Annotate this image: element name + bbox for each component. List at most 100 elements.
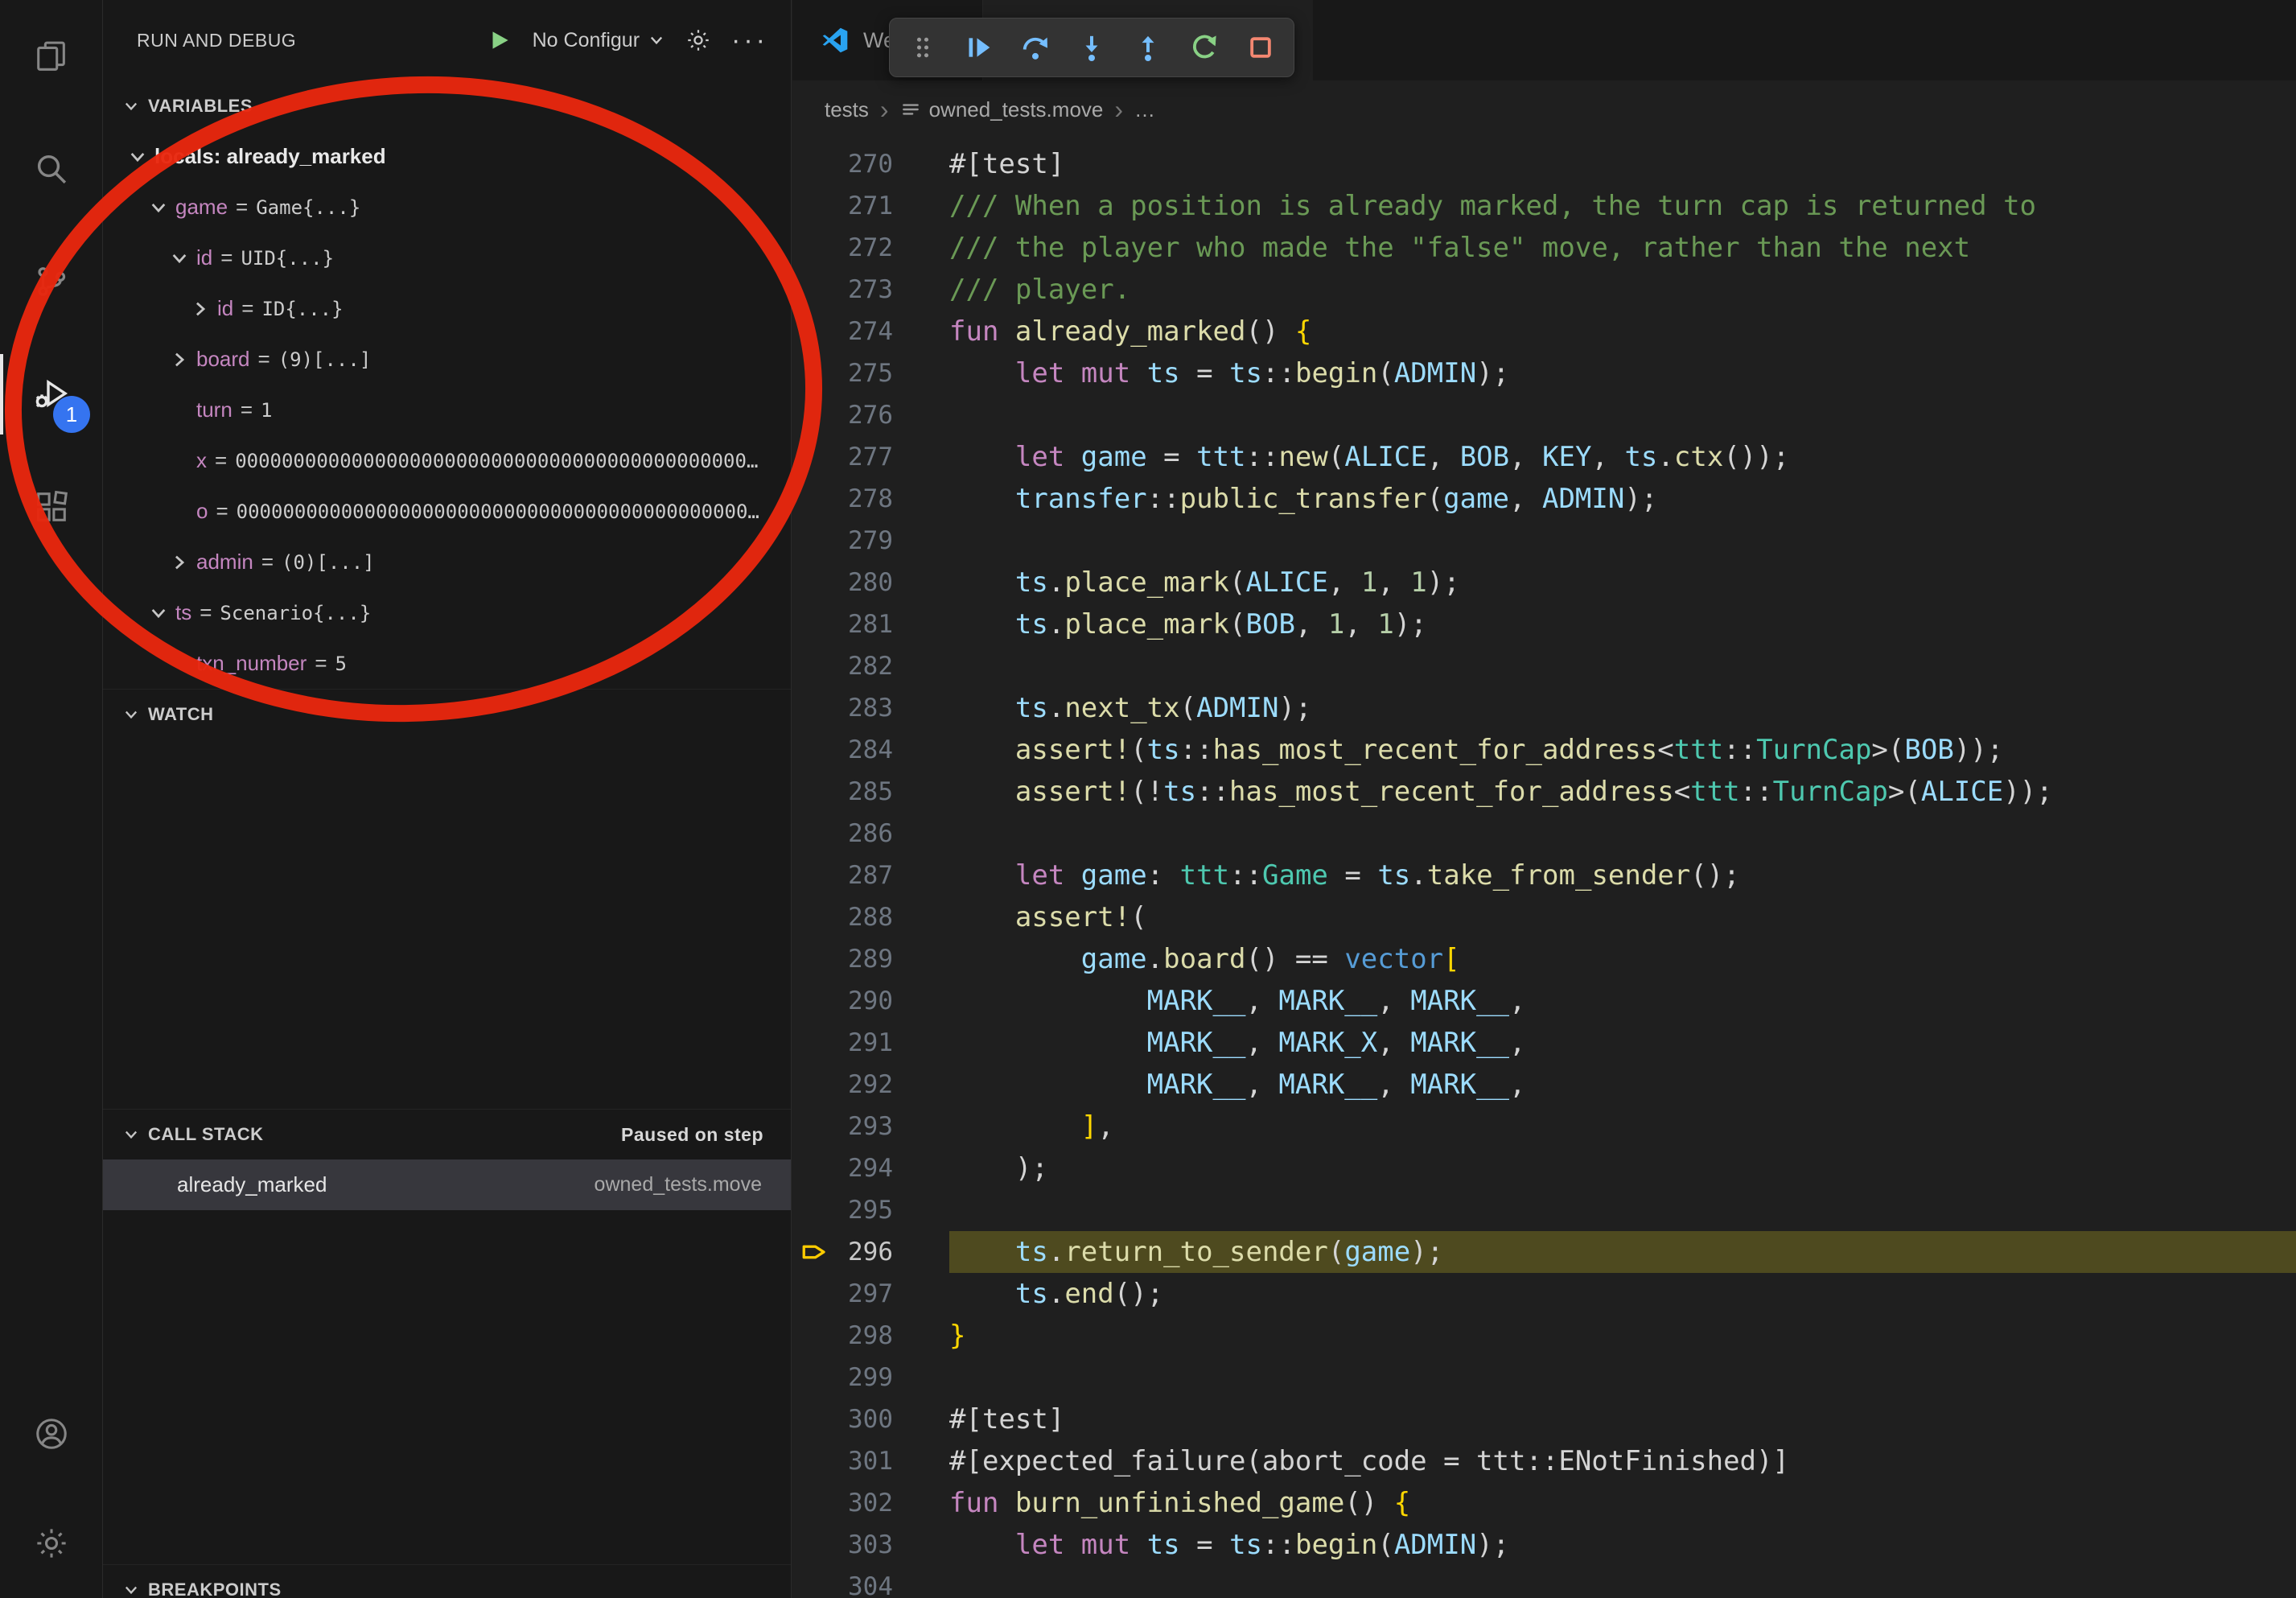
code-text[interactable]: #[expected_failure(abort_code = ttt::ENo… xyxy=(949,1440,2296,1482)
gutter[interactable]: 299 xyxy=(792,1357,949,1398)
debug-config-dropdown[interactable]: No Configur xyxy=(533,29,665,52)
code-line-278[interactable]: 278 transfer::public_transfer(game, ADMI… xyxy=(792,478,2296,520)
more-actions-button[interactable]: ··· xyxy=(731,25,768,56)
gutter[interactable]: 279 xyxy=(792,520,949,562)
start-debug-button[interactable] xyxy=(486,27,513,54)
variable-row[interactable]: game=Game{...} xyxy=(103,182,791,233)
code-text[interactable] xyxy=(949,813,2296,855)
code-text[interactable] xyxy=(949,645,2296,687)
variables-section-header[interactable]: VARIABLES xyxy=(103,80,791,131)
code-text[interactable]: ], xyxy=(949,1106,2296,1147)
gutter[interactable]: 277 xyxy=(792,436,949,478)
breakpoints-section-header[interactable]: BREAKPOINTS xyxy=(103,1564,791,1598)
variable-row[interactable]: id=ID{...} xyxy=(103,283,791,334)
code-line-304[interactable]: 304 xyxy=(792,1566,2296,1598)
code-text[interactable]: #[test] xyxy=(949,1398,2296,1440)
code-line-293[interactable]: 293 ], xyxy=(792,1106,2296,1147)
gutter[interactable]: 285 xyxy=(792,771,949,813)
code-line-294[interactable]: 294 ); xyxy=(792,1147,2296,1189)
code-text[interactable]: game.board() == vector[ xyxy=(949,938,2296,980)
chevron-right-icon[interactable] xyxy=(190,299,211,319)
code-line-270[interactable]: 270#[test] xyxy=(792,143,2296,185)
variables-scope-row[interactable]: locals: already_marked xyxy=(103,131,791,182)
code-line-288[interactable]: 288 assert!( xyxy=(792,896,2296,938)
gutter[interactable]: 291 xyxy=(792,1022,949,1064)
step-out-button[interactable] xyxy=(1123,23,1173,72)
code-line-275[interactable]: 275 let mut ts = ts::begin(ADMIN); xyxy=(792,352,2296,394)
code-line-300[interactable]: 300#[test] xyxy=(792,1398,2296,1440)
gutter[interactable]: 301 xyxy=(792,1440,949,1482)
code-text[interactable]: assert!(!ts::has_most_recent_for_address… xyxy=(949,771,2296,813)
variable-row[interactable]: turn=1 xyxy=(103,385,791,435)
code-text[interactable]: /// When a position is already marked, t… xyxy=(949,185,2296,227)
gutter[interactable]: 271 xyxy=(792,185,949,227)
gutter[interactable]: 293 xyxy=(792,1106,949,1147)
code-line-277[interactable]: 277 let game = ttt::new(ALICE, BOB, KEY,… xyxy=(792,436,2296,478)
gutter[interactable]: 292 xyxy=(792,1064,949,1106)
code-line-287[interactable]: 287 let game: ttt::Game = ts.take_from_s… xyxy=(792,855,2296,896)
code-text[interactable]: MARK__, MARK__, MARK__, xyxy=(949,1064,2296,1106)
code-line-283[interactable]: 283 ts.next_tx(ADMIN); xyxy=(792,687,2296,729)
code-line-274[interactable]: 274fun already_marked() { xyxy=(792,311,2296,352)
code-line-302[interactable]: 302fun burn_unfinished_game() { xyxy=(792,1482,2296,1524)
call-stack-section-header[interactable]: CALL STACK Paused on step xyxy=(103,1109,791,1159)
code-text[interactable]: ts.end(); xyxy=(949,1273,2296,1315)
code-line-299[interactable]: 299 xyxy=(792,1357,2296,1398)
gutter[interactable]: 283 xyxy=(792,687,949,729)
variable-row[interactable]: x=00000000000000000000000000000000000000… xyxy=(103,435,791,486)
code-line-282[interactable]: 282 xyxy=(792,645,2296,687)
activity-bar-search[interactable] xyxy=(0,113,103,225)
code-text[interactable] xyxy=(949,1357,2296,1398)
code-line-297[interactable]: 297 ts.end(); xyxy=(792,1273,2296,1315)
gutter[interactable]: 294 xyxy=(792,1147,949,1189)
code-text[interactable]: assert!( xyxy=(949,896,2296,938)
gutter[interactable]: 302 xyxy=(792,1482,949,1524)
code-line-284[interactable]: 284 assert!(ts::has_most_recent_for_addr… xyxy=(792,729,2296,771)
gutter[interactable]: 297 xyxy=(792,1273,949,1315)
code-text[interactable]: ts.return_to_sender(game); xyxy=(949,1231,2296,1273)
gutter[interactable]: 295 xyxy=(792,1189,949,1231)
variable-row[interactable]: id=UID{...} xyxy=(103,233,791,283)
code-text[interactable] xyxy=(949,394,2296,436)
code-line-290[interactable]: 290 MARK__, MARK__, MARK__, xyxy=(792,980,2296,1022)
code-text[interactable]: MARK__, MARK_X, MARK__, xyxy=(949,1022,2296,1064)
gutter[interactable]: 281 xyxy=(792,603,949,645)
code-text[interactable]: let mut ts = ts::begin(ADMIN); xyxy=(949,1524,2296,1566)
continue-button[interactable] xyxy=(954,23,1004,72)
gutter[interactable]: 270 xyxy=(792,143,949,185)
activity-bar-source-control[interactable] xyxy=(0,225,103,338)
code-line-292[interactable]: 292 MARK__, MARK__, MARK__, xyxy=(792,1064,2296,1106)
gutter[interactable]: 274 xyxy=(792,311,949,352)
gutter[interactable]: 286 xyxy=(792,813,949,855)
code-line-291[interactable]: 291 MARK__, MARK_X, MARK__, xyxy=(792,1022,2296,1064)
activity-bar-extensions[interactable] xyxy=(0,451,103,563)
call-stack-frame-row[interactable]: already_marked owned_tests.move xyxy=(103,1159,791,1210)
code-text[interactable]: assert!(ts::has_most_recent_for_address<… xyxy=(949,729,2296,771)
breadcrumb-file[interactable]: owned_tests.move xyxy=(900,97,1104,122)
code-text[interactable]: let game = ttt::new(ALICE, BOB, KEY, ts.… xyxy=(949,436,2296,478)
activity-bar-account[interactable] xyxy=(0,1379,103,1489)
gutter[interactable]: 303 xyxy=(792,1524,949,1566)
code-line-281[interactable]: 281 ts.place_mark(BOB, 1, 1); xyxy=(792,603,2296,645)
debug-settings-gear-button[interactable] xyxy=(685,27,712,54)
gutter[interactable]: 300 xyxy=(792,1398,949,1440)
gutter[interactable]: 289 xyxy=(792,938,949,980)
gutter[interactable]: 298 xyxy=(792,1315,949,1357)
chevron-down-icon[interactable] xyxy=(169,248,190,269)
code-text[interactable]: let mut ts = ts::begin(ADMIN); xyxy=(949,352,2296,394)
code-line-298[interactable]: 298} xyxy=(792,1315,2296,1357)
variable-row[interactable]: admin=(0)[...] xyxy=(103,537,791,587)
code-line-271[interactable]: 271/// When a position is already marked… xyxy=(792,185,2296,227)
gutter[interactable]: 278 xyxy=(792,478,949,520)
code-text[interactable]: ts.next_tx(ADMIN); xyxy=(949,687,2296,729)
variable-row[interactable]: txn_number=5 xyxy=(103,638,791,689)
code-line-280[interactable]: 280 ts.place_mark(ALICE, 1, 1); xyxy=(792,562,2296,603)
code-line-286[interactable]: 286 xyxy=(792,813,2296,855)
code-line-276[interactable]: 276 xyxy=(792,394,2296,436)
code-line-273[interactable]: 273/// player. xyxy=(792,269,2296,311)
code-line-285[interactable]: 285 assert!(!ts::has_most_recent_for_add… xyxy=(792,771,2296,813)
step-into-button[interactable] xyxy=(1067,23,1117,72)
code-text[interactable]: ts.place_mark(ALICE, 1, 1); xyxy=(949,562,2296,603)
code-line-303[interactable]: 303 let mut ts = ts::begin(ADMIN); xyxy=(792,1524,2296,1566)
code-text[interactable] xyxy=(949,1189,2296,1231)
